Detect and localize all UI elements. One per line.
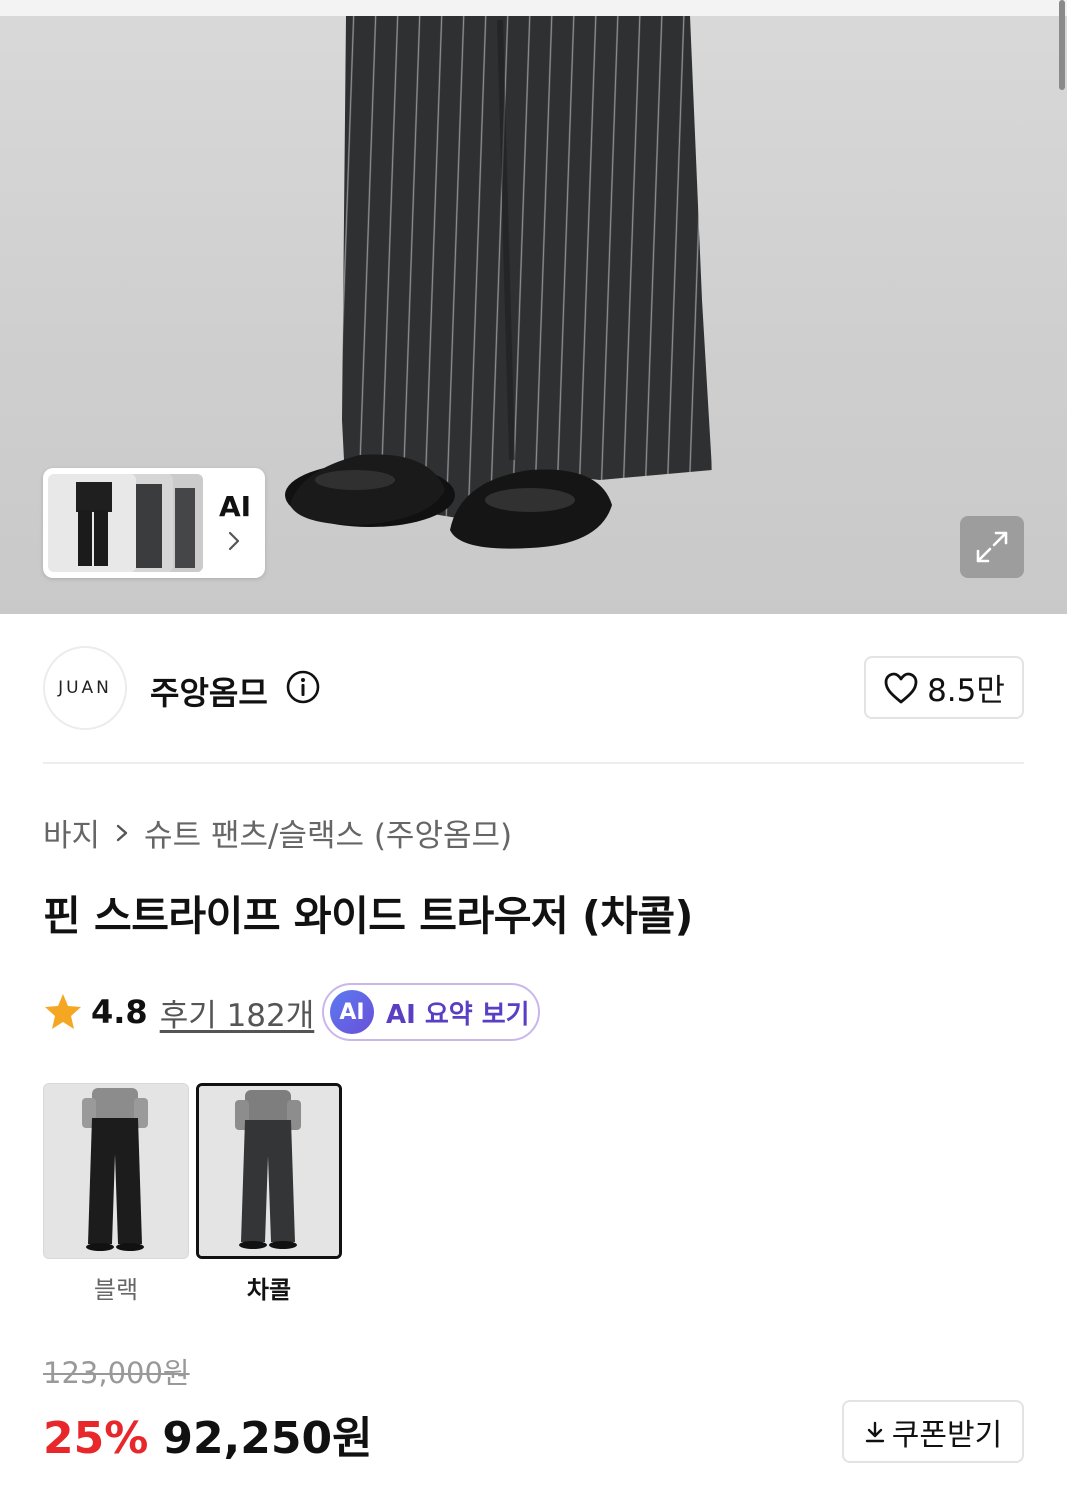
breadcrumb-subcategory[interactable]: 슈트 팬츠/슬랙스 (주앙옴므) xyxy=(144,810,512,855)
brand-logo-text: JUAN xyxy=(58,678,112,698)
original-price: 123,000원 xyxy=(43,1356,190,1390)
ai-look-thumbnail[interactable]: AI xyxy=(43,468,265,578)
heart-icon xyxy=(884,672,918,703)
color-option-charcoal[interactable] xyxy=(196,1083,342,1259)
color-option-black[interactable] xyxy=(43,1083,189,1259)
chevron-right-icon xyxy=(116,824,128,841)
discount-rate: 25% xyxy=(43,1413,149,1464)
ai-badge-icon: AI xyxy=(330,990,374,1034)
download-icon xyxy=(865,1421,884,1442)
rating-score: 4.8 xyxy=(91,993,148,1031)
star-icon xyxy=(45,994,81,1029)
color-option-label: 블랙 xyxy=(93,1276,139,1304)
breadcrumb: 바지 슈트 팬츠/슬랙스 (주앙옴므) xyxy=(43,810,512,855)
color-option-label-selected: 차콜 xyxy=(246,1276,292,1304)
like-count: 8.5만 xyxy=(927,673,1005,709)
option-image xyxy=(44,1084,188,1258)
like-button[interactable]: 8.5만 xyxy=(864,656,1024,719)
chevron-right-icon xyxy=(228,531,240,551)
product-hero-image[interactable]: AI xyxy=(0,0,1067,614)
option-image xyxy=(199,1086,339,1256)
brand-logo[interactable]: JUAN xyxy=(43,646,127,730)
ai-badge-text: AI xyxy=(339,999,365,1025)
review-count-link[interactable]: 후기 182개 xyxy=(160,990,315,1035)
coupon-label: 쿠폰받기 xyxy=(891,1417,1003,1453)
brand-name[interactable]: 주앙옴므 xyxy=(150,668,268,714)
ai-summary-button[interactable]: AI AI 요약 보기 xyxy=(322,983,540,1041)
ai-summary-label: AI 요약 보기 xyxy=(386,999,530,1030)
rating-row: 4.8 후기 182개 xyxy=(43,988,314,1036)
scrollbar[interactable] xyxy=(1059,0,1065,90)
product-title: 핀 스트라이프 와이드 트라우저 (차콜) xyxy=(43,892,693,940)
coupon-button[interactable]: 쿠폰받기 xyxy=(842,1400,1024,1463)
info-icon[interactable] xyxy=(286,670,320,704)
top-strip xyxy=(0,0,1067,16)
sale-price: 92,250원 xyxy=(162,1413,373,1464)
divider xyxy=(43,762,1024,764)
expand-button[interactable] xyxy=(960,516,1024,578)
thumbnail-image xyxy=(48,474,136,572)
expand-icon xyxy=(976,531,1008,563)
price-row: 25% 92,250원 xyxy=(43,1402,373,1466)
ai-label: AI xyxy=(219,490,252,523)
breadcrumb-category[interactable]: 바지 xyxy=(43,810,100,855)
